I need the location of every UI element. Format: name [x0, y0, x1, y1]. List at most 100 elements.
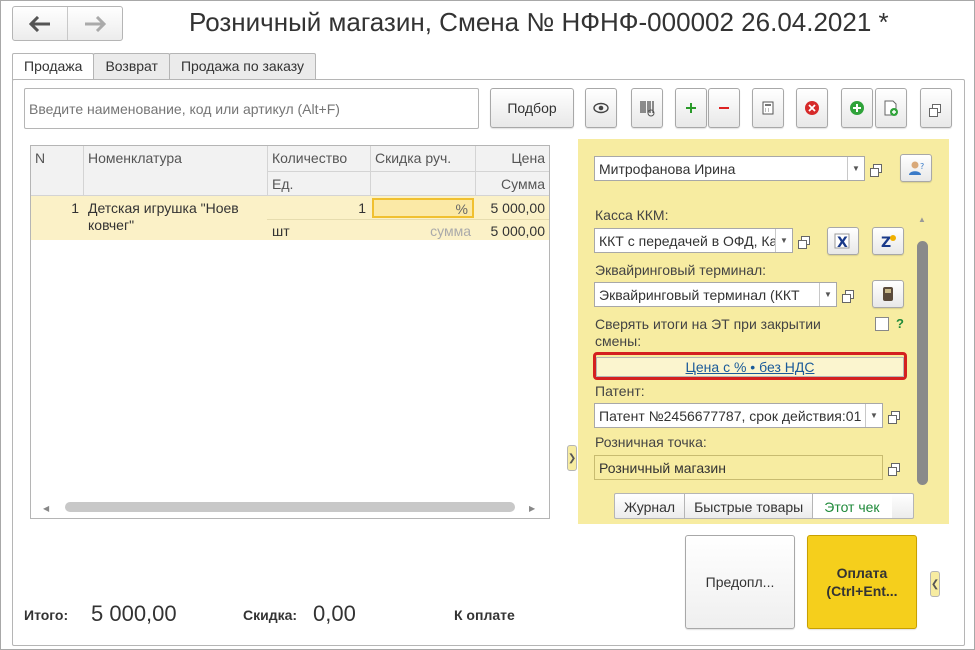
scroll-right-icon[interactable]: ▶ [529, 504, 535, 513]
total-label: Итого: [24, 607, 69, 623]
discount-sum: сумма [430, 223, 471, 239]
terminal-label: Эквайринговый терминал: [595, 262, 767, 278]
row-price: 5 000,00 [490, 200, 546, 216]
to-pay-label: К оплате [454, 607, 515, 623]
calculator-icon [762, 101, 774, 115]
page-title: Розничный магазин, Смена № НФНФ-000002 2… [189, 7, 889, 37]
nav-button-group [12, 6, 123, 41]
header-row-divider [267, 171, 549, 172]
collapse-panel-handle[interactable]: ❯ [567, 445, 577, 471]
discount-percent: % [455, 201, 468, 217]
expand-side-handle[interactable]: ❮ [930, 571, 940, 597]
calculator-button[interactable] [752, 88, 784, 128]
kkm-value: ККТ с передачей в ОФД, Ка [599, 233, 778, 249]
scrollbar-thumb[interactable] [917, 241, 928, 485]
z-report-button[interactable]: Z [872, 227, 904, 255]
svg-text:Z: Z [881, 235, 891, 249]
tab-journal[interactable]: Журнал [615, 494, 684, 518]
forward-button[interactable] [67, 7, 122, 40]
new-document-icon [884, 100, 898, 116]
tab-this-receipt[interactable]: Этот чек [812, 494, 892, 518]
dropdown-icon[interactable]: ▼ [847, 157, 864, 180]
cashier-value: Митрофанова Ирина [599, 161, 736, 177]
podbor-button[interactable]: Подбор [490, 88, 574, 128]
tab-sale[interactable]: Продажа [12, 53, 95, 80]
open-window-button[interactable] [920, 88, 952, 128]
table-row[interactable]: 1 Детская игрушка "Ноев ковчег" 1 шт % с… [31, 196, 549, 240]
new-document-button[interactable] [875, 88, 907, 128]
tab-quick-goods[interactable]: Быстрые товары [684, 494, 812, 518]
add-button[interactable] [841, 88, 873, 128]
scroll-up-icon[interactable]: ▲ [918, 215, 926, 224]
payment-label-2: (Ctrl+Ent... [826, 583, 898, 599]
tab-bar: Продажа Возврат Продажа по заказу [12, 53, 317, 80]
goods-table[interactable]: N Номенклатура Количество Ед. Скидка руч… [30, 145, 550, 519]
terminal-field[interactable]: Эквайринговый терминал (ККТ ▼ [594, 282, 837, 307]
decrease-button[interactable] [708, 88, 740, 128]
chevron-right-icon: ❯ [567, 452, 577, 464]
discount-input[interactable]: % [372, 198, 474, 218]
col-discount[interactable]: Скидка руч. [375, 150, 451, 166]
open-cashier-button[interactable] [867, 157, 887, 180]
barcode-icon [640, 101, 655, 117]
col-quantity[interactable]: Количество [272, 150, 347, 166]
svg-text:?: ? [920, 162, 924, 171]
kkm-field[interactable]: ККТ с передачей в ОФД, Ка ▼ [594, 228, 793, 253]
col-unit[interactable]: Ед. [272, 176, 293, 192]
back-button[interactable] [13, 7, 67, 40]
dropdown-icon[interactable]: ▼ [865, 404, 882, 427]
price-mode-link[interactable]: Цена с % • без НДС [686, 359, 815, 375]
vertical-scrollbar[interactable]: ▲ [914, 209, 932, 485]
kkm-label: Касса ККМ: [595, 207, 669, 223]
total-value: 5 000,00 [91, 601, 177, 626]
col-price[interactable]: Цена [511, 150, 545, 166]
discount-label: Скидка: [243, 607, 298, 623]
minus-icon [719, 107, 729, 109]
dropdown-icon[interactable]: ▼ [819, 283, 836, 306]
help-icon[interactable]: ? [896, 316, 904, 331]
retail-value: Розничный магазин [599, 460, 726, 476]
x-report-button[interactable]: X [827, 227, 859, 255]
delete-button[interactable] [796, 88, 828, 128]
horizontal-scrollbar[interactable]: ◀ ▶ [31, 499, 549, 517]
window: Розничный магазин, Смена № НФНФ-000002 2… [0, 0, 975, 650]
search-input[interactable] [24, 88, 479, 129]
z-report-icon: Z [881, 235, 896, 249]
prepayment-button[interactable]: Предопл... [685, 535, 795, 629]
prepayment-label: Предопл... [705, 574, 775, 590]
arrow-right-icon [85, 15, 106, 32]
col-sum[interactable]: Сумма [501, 176, 545, 192]
dropdown-icon[interactable]: ▼ [775, 229, 792, 252]
terminal-button[interactable] [872, 280, 904, 308]
patent-label: Патент: [595, 383, 645, 399]
user-button[interactable]: ? [900, 154, 932, 182]
col-nomenclature[interactable]: Номенклатура [88, 150, 182, 166]
scrollbar-thumb[interactable] [65, 502, 515, 512]
payment-terminal-icon [883, 287, 893, 301]
row-unit: шт [272, 223, 290, 239]
scroll-left-icon[interactable]: ◀ [43, 504, 49, 513]
payment-button[interactable]: Оплата (Ctrl+Ent... [807, 535, 917, 629]
patent-field[interactable]: Патент №2456677787, срок действия:01 ▼ [594, 403, 883, 428]
svg-text:X: X [837, 235, 848, 249]
tab-return[interactable]: Возврат [93, 53, 170, 79]
cashier-field[interactable]: Митрофанова Ирина ▼ [594, 156, 865, 181]
reconcile-checkbox[interactable] [875, 317, 889, 331]
price-mode-link-box[interactable]: Цена с % • без НДС [596, 357, 904, 377]
eye-icon [593, 102, 609, 114]
retail-field[interactable]: Розничный магазин [594, 455, 883, 480]
open-kkm-button[interactable] [795, 229, 815, 252]
open-retail-button[interactable] [885, 456, 905, 479]
row-sum: 5 000,00 [490, 223, 546, 239]
barcode-button[interactable] [631, 88, 663, 128]
increase-button[interactable] [675, 88, 707, 128]
x-report-icon: X [834, 233, 850, 249]
retail-label: Розничная точка: [595, 434, 707, 450]
column-divider [83, 146, 84, 196]
col-n[interactable]: N [35, 150, 45, 166]
tab-order-sale[interactable]: Продажа по заказу [168, 53, 317, 79]
view-button[interactable] [585, 88, 617, 128]
open-terminal-button[interactable] [839, 283, 859, 306]
open-icon [797, 236, 810, 249]
open-patent-button[interactable] [885, 404, 905, 427]
